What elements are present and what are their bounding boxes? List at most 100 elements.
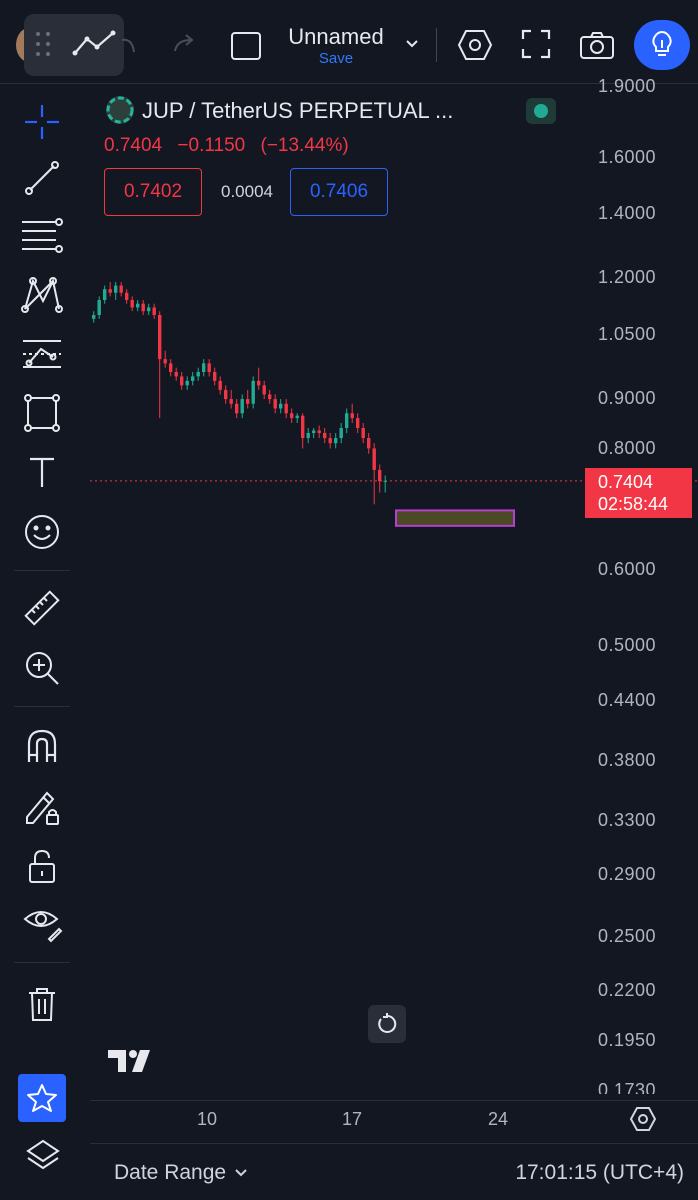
last-price-tag: 0.7404 02:58:44 (585, 468, 692, 518)
candle (295, 415, 299, 419)
undo-icon[interactable] (120, 30, 140, 60)
candle (158, 314, 162, 360)
zoom-in-icon[interactable] (22, 648, 62, 688)
trend-line-icon[interactable] (70, 26, 120, 62)
jup-logo-icon (106, 96, 134, 124)
candle (301, 415, 305, 439)
zone-rectangle (395, 509, 515, 527)
candle (240, 399, 244, 414)
candle (130, 300, 134, 308)
candle (339, 427, 343, 439)
toolbar-divider (14, 962, 70, 963)
emoji-icon[interactable] (22, 512, 62, 552)
redo-icon[interactable] (168, 28, 200, 60)
price-scale-label: 0.2200 (598, 980, 657, 1000)
price-scale-label: 0.4400 (598, 690, 657, 710)
candle (202, 363, 206, 373)
candle (279, 403, 283, 409)
layers-icon[interactable] (24, 1136, 62, 1176)
candle (367, 438, 371, 449)
candle (284, 403, 288, 414)
chart-name-button[interactable]: Unnamed Save (282, 24, 390, 68)
candle (257, 380, 261, 386)
candle (174, 372, 178, 377)
candle (213, 372, 217, 381)
price-scale-label: 1.2000 (598, 267, 657, 287)
candle (119, 285, 123, 293)
chevron-down-icon[interactable] (402, 36, 422, 52)
candle (312, 430, 316, 433)
price-scale-label: 1.4000 (598, 203, 657, 223)
reset-chart-button[interactable] (368, 1005, 406, 1043)
save-button[interactable]: Save (282, 50, 390, 68)
candle (383, 480, 387, 482)
price-scale-label: 0.3800 (598, 750, 657, 770)
rectangle-icon[interactable] (22, 392, 62, 434)
candle (185, 380, 189, 386)
lock-drawing-icon[interactable] (22, 786, 62, 828)
drag-handle-icon[interactable] (36, 32, 52, 56)
candle (229, 399, 233, 404)
date-range-label: Date Range (114, 1161, 227, 1184)
candle (103, 289, 107, 301)
pattern-icon[interactable] (20, 274, 64, 314)
ruler-icon[interactable] (22, 588, 62, 628)
fullscreen-icon[interactable] (520, 28, 552, 60)
spread-value: 0.0004 (221, 182, 273, 201)
price-scale-label: 0.2500 (598, 926, 657, 946)
market-status-icon[interactable] (526, 98, 556, 124)
camera-icon[interactable] (578, 28, 616, 62)
price-scale-label: 0.1730 (598, 1080, 657, 1094)
toolbar-divider (14, 570, 70, 571)
time-axis[interactable] (90, 1100, 698, 1142)
settings-hexagon-icon[interactable] (456, 26, 494, 64)
favorites-button[interactable] (18, 1074, 66, 1122)
candle (169, 363, 173, 373)
candle (136, 303, 140, 308)
price-scale-label: 0.6000 (598, 559, 657, 579)
price-change-row: 0.7404 −0.1150 (−13.44%) (104, 135, 359, 157)
candle (251, 380, 255, 404)
symbol-title[interactable]: JUP / TetherUS PERPETUAL ... (142, 98, 453, 124)
fib-levels-icon[interactable] (20, 216, 64, 256)
star-icon (26, 1083, 58, 1113)
last-price-value: 0.7404 (598, 472, 654, 492)
layout-icon[interactable] (226, 26, 266, 66)
eye-icon[interactable] (22, 902, 64, 944)
text-icon[interactable] (22, 452, 62, 492)
projection-icon[interactable] (20, 334, 64, 374)
time-axis-label: 10 (197, 1109, 218, 1129)
candle (163, 359, 167, 364)
bar-countdown: 02:58:44 (598, 494, 669, 514)
trash-icon[interactable] (24, 984, 60, 1024)
candle (97, 300, 101, 315)
chevron-down-icon (234, 1168, 248, 1178)
unlock-icon[interactable] (24, 846, 60, 886)
candle (378, 469, 382, 482)
chart-name: Unnamed (288, 24, 384, 49)
price-scale-label: 0.3300 (598, 810, 657, 830)
candle (141, 303, 145, 312)
sell-button[interactable]: 0.7402 (104, 168, 202, 216)
candle (180, 376, 184, 386)
candle (268, 394, 272, 400)
ideas-button[interactable] (634, 20, 690, 70)
candle (224, 389, 228, 400)
candle (328, 438, 332, 444)
candle (108, 289, 112, 293)
price-scale-label: 0.5000 (598, 635, 657, 655)
price-scale-label: 0.1950 (598, 1030, 657, 1050)
chart-settings-icon[interactable] (628, 1104, 658, 1134)
line-tool-icon[interactable] (22, 158, 62, 198)
candle (290, 413, 294, 419)
tradingview-logo (108, 1048, 160, 1079)
candle (207, 363, 211, 373)
magnet-icon[interactable] (22, 726, 62, 766)
buy-button[interactable]: 0.7406 (290, 168, 388, 216)
toolbar-divider (14, 706, 70, 707)
date-range-button[interactable]: Date Range (114, 1161, 248, 1185)
candle (361, 427, 365, 439)
candle (334, 438, 338, 444)
crosshair-icon[interactable] (22, 102, 62, 142)
clock-timezone[interactable]: 17:01:15 (UTC+4) (515, 1161, 684, 1185)
